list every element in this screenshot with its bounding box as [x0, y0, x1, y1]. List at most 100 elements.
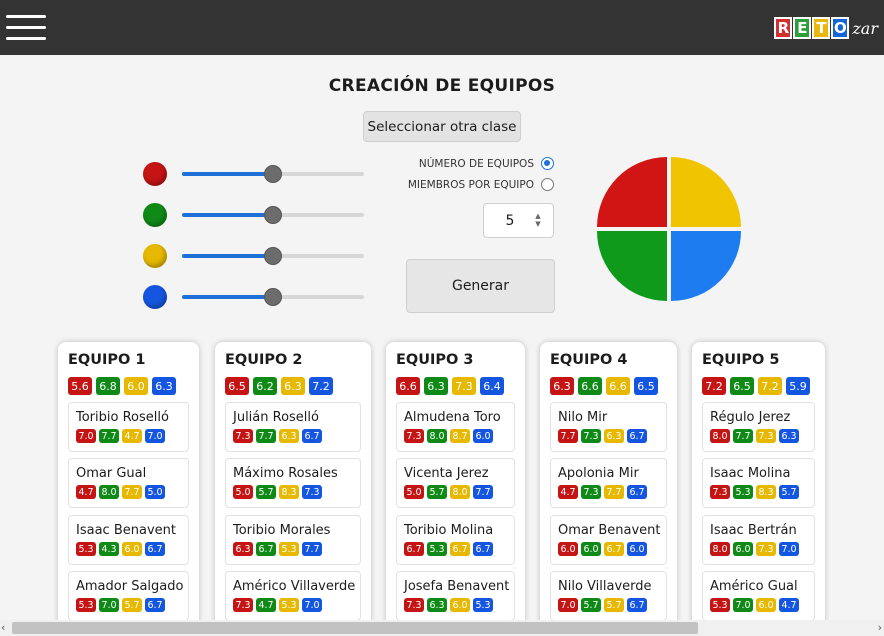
member-score-badge: 6.0	[756, 598, 776, 612]
member-score-badge: 5.0	[404, 485, 424, 499]
member-card[interactable]: Toribio Roselló 7.0 7.7 4.7 7.0	[68, 402, 189, 452]
count-number-input[interactable]: 5 ▲ ▼	[483, 203, 554, 238]
member-scores: 7.3 8.0 8.7 6.0	[404, 429, 496, 443]
member-score-badge: 6.0	[450, 598, 470, 612]
member-name: Omar Benavent	[558, 523, 661, 538]
member-score-badge: 6.0	[733, 542, 753, 556]
member-scores: 8.0 7.7 7.3 6.3	[710, 429, 802, 443]
member-scores: 8.0 6.0 7.3 7.0	[710, 542, 802, 556]
logo-letter: E	[793, 17, 812, 39]
member-card[interactable]: Vicenta Jerez 5.0 5.7 8.0 7.7	[396, 458, 515, 508]
member-score-badge: 5.7	[122, 598, 142, 612]
pie-slice-red	[597, 157, 667, 227]
member-name: Nilo Mir	[558, 410, 608, 425]
member-card[interactable]: Américo Villaverde 7.3 4.7 5.3 7.0	[225, 571, 361, 621]
member-name: Julián Roselló	[233, 410, 319, 425]
generate-button[interactable]: Generar	[406, 259, 555, 313]
slider-thumb[interactable]	[264, 288, 282, 306]
member-score-badge: 4.7	[779, 598, 799, 612]
weight-slider[interactable]	[182, 206, 364, 224]
scroll-right-icon[interactable]: ›	[878, 621, 882, 634]
members-per-team-label: MIEMBROS POR EQUIPO	[407, 178, 534, 191]
member-card[interactable]: Américo Gual 5.3 7.0 6.0 4.7	[702, 571, 815, 621]
member-card[interactable]: Omar Benavent 6.0 6.0 6.7 6.0	[550, 515, 667, 565]
member-card[interactable]: Máximo Rosales 5.0 5.7 8.3 7.3	[225, 458, 361, 508]
member-score-badge: 7.7	[256, 429, 276, 443]
retozar-logo[interactable]: R E T O zar	[774, 15, 878, 41]
member-score-badge: 8.0	[450, 485, 470, 499]
member-card[interactable]: Nilo Villaverde 7.0 5.7 5.7 6.7	[550, 571, 667, 621]
member-scores: 4.7 7.3 7.7 6.7	[558, 485, 650, 499]
member-score-badge: 5.3	[76, 598, 96, 612]
member-scores: 7.3 5.3 8.3 5.7	[710, 485, 802, 499]
hamburger-menu-icon[interactable]	[6, 13, 46, 41]
member-score-badge: 7.3	[756, 542, 776, 556]
member-card[interactable]: Amador Salgado 5.3 7.0 5.7 6.7	[68, 571, 189, 621]
member-score-badge: 8.7	[450, 429, 470, 443]
member-card[interactable]: Apolonia Mir 4.7 7.3 7.7 6.7	[550, 458, 667, 508]
slider-fill	[182, 213, 273, 217]
team-card: EQUIPO 3 6.6 6.3 7.3 6.4 Almudena Toro 7.3 8.0 8…	[386, 342, 525, 636]
member-scores: 5.0 5.7 8.0 7.7	[404, 485, 496, 499]
member-name: Almudena Toro	[404, 410, 501, 425]
member-card[interactable]: Almudena Toro 7.3 8.0 8.7 6.0	[396, 402, 515, 452]
member-scores: 5.3 4.3 6.0 6.7	[76, 542, 168, 556]
team-average-badge: 6.2	[253, 377, 277, 395]
team-average-badge: 6.0	[124, 377, 148, 395]
member-card[interactable]: Nilo Mir 7.7 7.3 6.3 6.7	[550, 402, 667, 452]
member-score-badge: 7.0	[302, 598, 322, 612]
slider-thumb[interactable]	[264, 247, 282, 265]
member-score-badge: 6.3	[604, 429, 624, 443]
member-scores: 5.3 7.0 5.7 6.7	[76, 598, 168, 612]
member-card[interactable]: Isaac Molina 7.3 5.3 8.3 5.7	[702, 458, 815, 508]
weight-slider[interactable]	[182, 247, 364, 265]
member-scores: 5.3 7.0 6.0 4.7	[710, 598, 802, 612]
members-per-team-radio[interactable]	[541, 178, 554, 191]
option-members-per-team[interactable]: MIEMBROS POR EQUIPO	[408, 178, 554, 191]
member-card[interactable]: Isaac Benavent 5.3 4.3 6.0 6.7	[68, 515, 189, 565]
team-average-badge: 6.5	[225, 377, 249, 395]
member-score-badge: 6.3	[233, 542, 253, 556]
member-score-badge: 5.3	[279, 542, 299, 556]
team-average-badge: 7.2	[758, 377, 782, 395]
member-score-badge: 7.0	[99, 598, 119, 612]
member-score-badge: 5.3	[473, 598, 493, 612]
horizontal-scrollbar[interactable]: ‹ ›	[0, 620, 884, 636]
scrollbar-thumb[interactable]	[12, 622, 698, 634]
member-score-badge: 5.7	[581, 598, 601, 612]
member-score-badge: 8.3	[279, 485, 299, 499]
member-card[interactable]: Isaac Bertrán 8.0 6.0 7.3 7.0	[702, 515, 815, 565]
member-card[interactable]: Omar Gual 4.7 8.0 7.7 5.0	[68, 458, 189, 508]
member-score-badge: 4.3	[99, 542, 119, 556]
member-score-badge: 5.3	[279, 598, 299, 612]
color-slider-row	[143, 244, 365, 268]
weight-slider[interactable]	[182, 165, 364, 183]
member-score-badge: 7.3	[756, 429, 776, 443]
scroll-left-icon[interactable]: ‹	[1, 621, 5, 634]
team-averages: 6.3 6.6 6.6 6.5	[550, 377, 662, 395]
member-scores: 6.0 6.0 6.7 6.0	[558, 542, 650, 556]
weight-slider[interactable]	[182, 288, 364, 306]
num-teams-radio[interactable]	[541, 157, 554, 170]
member-card[interactable]: Régulo Jerez 8.0 7.7 7.3 6.3	[702, 402, 815, 452]
color-dot-icon	[143, 203, 167, 227]
slider-fill	[182, 295, 273, 299]
member-card[interactable]: Julián Roselló 7.3 7.7 6.3 6.7	[225, 402, 361, 452]
member-card[interactable]: Toribio Molina 6.7 5.3 6.7 6.7	[396, 515, 515, 565]
member-name: Omar Gual	[76, 466, 147, 481]
member-scores: 7.0 7.7 4.7 7.0	[76, 429, 168, 443]
member-score-badge: 6.0	[558, 542, 578, 556]
member-score-badge: 8.0	[710, 542, 730, 556]
member-score-badge: 4.7	[76, 485, 96, 499]
spinner-arrows-icon[interactable]: ▲ ▼	[532, 212, 544, 230]
slider-thumb[interactable]	[264, 165, 282, 183]
team-average-badge: 6.6	[606, 377, 630, 395]
member-card[interactable]: Josefa Benavent 7.3 6.3 6.0 5.3	[396, 571, 515, 621]
team-average-badge: 5.9	[786, 377, 810, 395]
member-score-badge: 6.7	[627, 598, 647, 612]
team-average-badge: 6.6	[396, 377, 420, 395]
select-class-button[interactable]: Seleccionar otra clase	[363, 111, 521, 142]
option-num-teams[interactable]: NÚMERO DE EQUIPOS	[419, 157, 554, 170]
slider-thumb[interactable]	[264, 206, 282, 224]
member-card[interactable]: Toribio Morales 6.3 6.7 5.3 7.7	[225, 515, 361, 565]
